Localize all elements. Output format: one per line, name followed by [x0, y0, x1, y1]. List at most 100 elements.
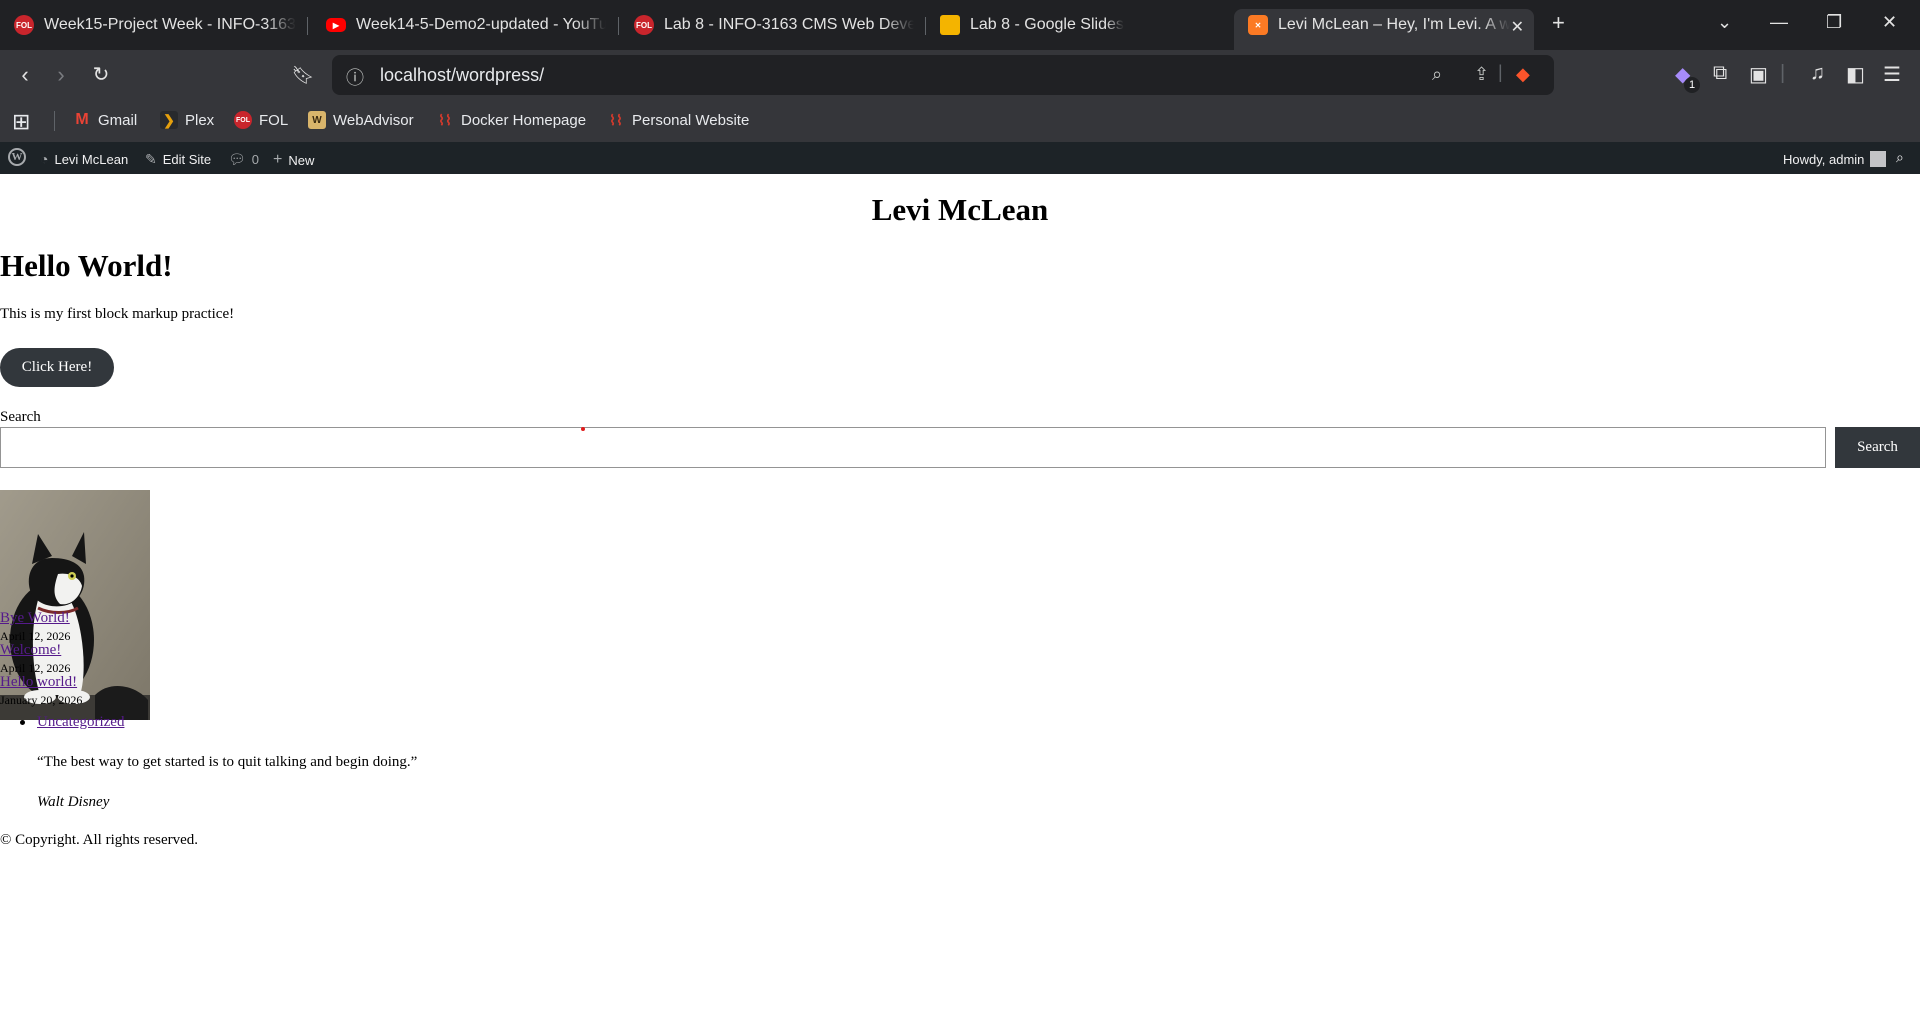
bookmark-personal-website[interactable]: ⌇⌇ Personal Website	[607, 111, 749, 129]
wp-howdy[interactable]: Howdy, admin	[1783, 151, 1887, 167]
tab-levi-mclean[interactable]: ✕ Levi McLean – Hey, I'm Levi. A we ✕	[1234, 9, 1534, 50]
tab-title: Week15-Project Week - INFO-3163 C	[44, 16, 296, 33]
gmail-icon: M	[75, 111, 89, 128]
howdy-label: Howdy, admin	[1783, 151, 1865, 167]
click-here-button[interactable]: Click Here!	[0, 348, 114, 387]
wp-comments[interactable]: 💬︎ 0	[228, 151, 259, 168]
bookmark-label: FOL	[259, 111, 289, 129]
sidebar-icon[interactable]: ◧	[1846, 62, 1865, 87]
intro-paragraph: This is my first block markup practice!	[0, 306, 235, 322]
bookmark-fol[interactable]: FOL FOL	[234, 111, 288, 129]
comment-icon: 💬︎	[228, 151, 246, 167]
fol-icon: FOL	[234, 111, 252, 129]
wordpress-logo-icon[interactable]: W	[8, 148, 26, 166]
site-info-icon[interactable]: ⓘ	[346, 64, 364, 90]
apps-grid-icon[interactable]: ⊞	[12, 109, 30, 135]
wp-site-name[interactable]: ◔ Levi McLean	[40, 151, 128, 167]
minimize-icon[interactable]: —	[1770, 12, 1788, 33]
extension-badge: 1	[1684, 77, 1700, 93]
forward-icon[interactable]: ›	[48, 62, 74, 88]
tab-week15[interactable]: FOL Week15-Project Week - INFO-3163 C	[14, 9, 296, 41]
post-link-hello-world[interactable]: Hello world!	[0, 674, 77, 691]
close-tab-icon[interactable]: ✕	[1511, 17, 1524, 37]
address-bar[interactable]: ⓘ localhost/wordpress/ ⌕ ⇪ | ◆	[332, 55, 1554, 95]
tab-separator	[925, 17, 926, 35]
fol-icon: FOL	[634, 15, 654, 35]
tab-title: Lab 8 - Google Slides	[970, 16, 1124, 33]
search-button[interactable]: Search	[1835, 427, 1920, 468]
red-dot-marker	[581, 427, 585, 431]
page-heading: Hello World!	[0, 248, 173, 283]
post-link-welcome[interactable]: Welcome!	[0, 642, 61, 659]
bookmarks-bar: ⊞ M Gmail ❯ Plex FOL FOL W WebAdvisor ⌇⌇…	[0, 100, 1920, 142]
brush-icon: ✎	[145, 151, 157, 167]
wp-admin-bar: W ◔ Levi McLean ✎ Edit Site 💬︎ 0 + New H…	[0, 142, 1920, 174]
slides-icon	[940, 15, 960, 35]
zoom-icon[interactable]: ⌕	[1432, 64, 1442, 85]
new-tab-icon[interactable]: +	[1552, 10, 1565, 36]
bookmark-label: Plex	[185, 111, 215, 129]
bookmark-label: WebAdvisor	[333, 111, 414, 129]
avatar	[1870, 151, 1887, 167]
site-title[interactable]: Levi McLean	[0, 192, 1920, 228]
new-label: New	[288, 152, 315, 168]
bookmark-gmail[interactable]: M Gmail	[73, 111, 137, 129]
toolbar-divider: |	[1780, 62, 1786, 84]
post-date: January 20, 2026	[0, 693, 83, 707]
bookmark-docker[interactable]: ⌇⌇ Docker Homepage	[436, 111, 586, 129]
tab-title: Levi McLean – Hey, I'm Levi. A we	[1278, 16, 1510, 33]
back-icon[interactable]: ‹	[12, 62, 38, 88]
search-input[interactable]	[0, 427, 1826, 468]
extensions-icon[interactable]: ⧉	[1713, 62, 1727, 85]
reader-mode-icon[interactable]: ▣	[1749, 62, 1768, 87]
tab-title: Lab 8 - INFO-3163 CMS Web Develo	[664, 16, 914, 33]
search-label: Search	[0, 409, 41, 425]
edit-site-label: Edit Site	[162, 152, 212, 167]
tab-lab8-slides[interactable]: Lab 8 - Google Slides	[940, 9, 1220, 41]
page-content: Levi McLean Hello World! This is my firs…	[0, 174, 1920, 1020]
share-icon[interactable]: ⇪	[1474, 64, 1489, 85]
bookmark-icon[interactable]: 🔖︎	[290, 62, 316, 88]
tab-youtube[interactable]: ▶ Week14-5-Demo2-updated - YouTub	[326, 9, 606, 41]
menu-icon[interactable]: ☰	[1883, 62, 1901, 87]
xampp-icon: ✕	[1248, 15, 1268, 35]
post-link-bye-world[interactable]: Bye World!	[0, 610, 70, 627]
webadvisor-icon: W	[308, 111, 326, 129]
brave-shield-icon[interactable]: ◆	[1516, 64, 1530, 85]
browser-tab-bar: FOL Week15-Project Week - INFO-3163 C ▶ …	[0, 0, 1920, 50]
tab-lab8-fol[interactable]: FOL Lab 8 - INFO-3163 CMS Web Develo	[634, 9, 914, 41]
quote-author: Walt Disney	[37, 794, 110, 810]
tab-separator	[618, 17, 619, 35]
media-icon[interactable]: ♫	[1810, 62, 1825, 85]
bookmarks-divider	[54, 111, 55, 131]
wp-search-icon[interactable]: ⌕	[1896, 149, 1904, 166]
docker-icon: ⌇⌇	[438, 111, 452, 128]
site-name-label: Levi McLean	[54, 151, 129, 167]
youtube-icon: ▶	[326, 18, 346, 32]
fol-icon: FOL	[14, 15, 34, 35]
wp-edit-site[interactable]: ✎ Edit Site	[145, 151, 211, 168]
footer-copyright: © Copyright. All rights reserved.	[0, 832, 199, 848]
bookmark-label: Docker Homepage	[461, 111, 587, 129]
dashboard-icon: ◔	[40, 151, 49, 167]
plex-icon: ❯	[160, 111, 178, 129]
bookmark-label: Gmail	[98, 111, 138, 129]
plus-icon: +	[273, 151, 283, 168]
reload-icon[interactable]: ↻	[88, 62, 114, 88]
tab-separator	[307, 17, 308, 35]
list-bullet	[20, 720, 25, 725]
bookmark-label: Personal Website	[632, 111, 750, 129]
url-text[interactable]: localhost/wordpress/	[380, 65, 544, 86]
category-link-uncategorized[interactable]: Uncategorized	[37, 714, 124, 731]
bookmark-webadvisor[interactable]: W WebAdvisor	[308, 111, 414, 129]
tab-search-chevron-icon[interactable]: ⌄	[1717, 12, 1732, 33]
quote-text: “The best way to get started is to quit …	[37, 754, 418, 770]
website-icon: ⌇⌇	[609, 111, 623, 128]
divider: |	[1498, 62, 1503, 82]
wp-new[interactable]: + New	[273, 151, 314, 169]
comment-count: 0	[251, 152, 260, 167]
close-window-icon[interactable]: ✕	[1882, 12, 1897, 33]
bookmark-plex[interactable]: ❯ Plex	[160, 111, 214, 129]
restore-icon[interactable]: ❐	[1826, 12, 1842, 33]
tab-title: Week14-5-Demo2-updated - YouTub	[356, 16, 606, 33]
